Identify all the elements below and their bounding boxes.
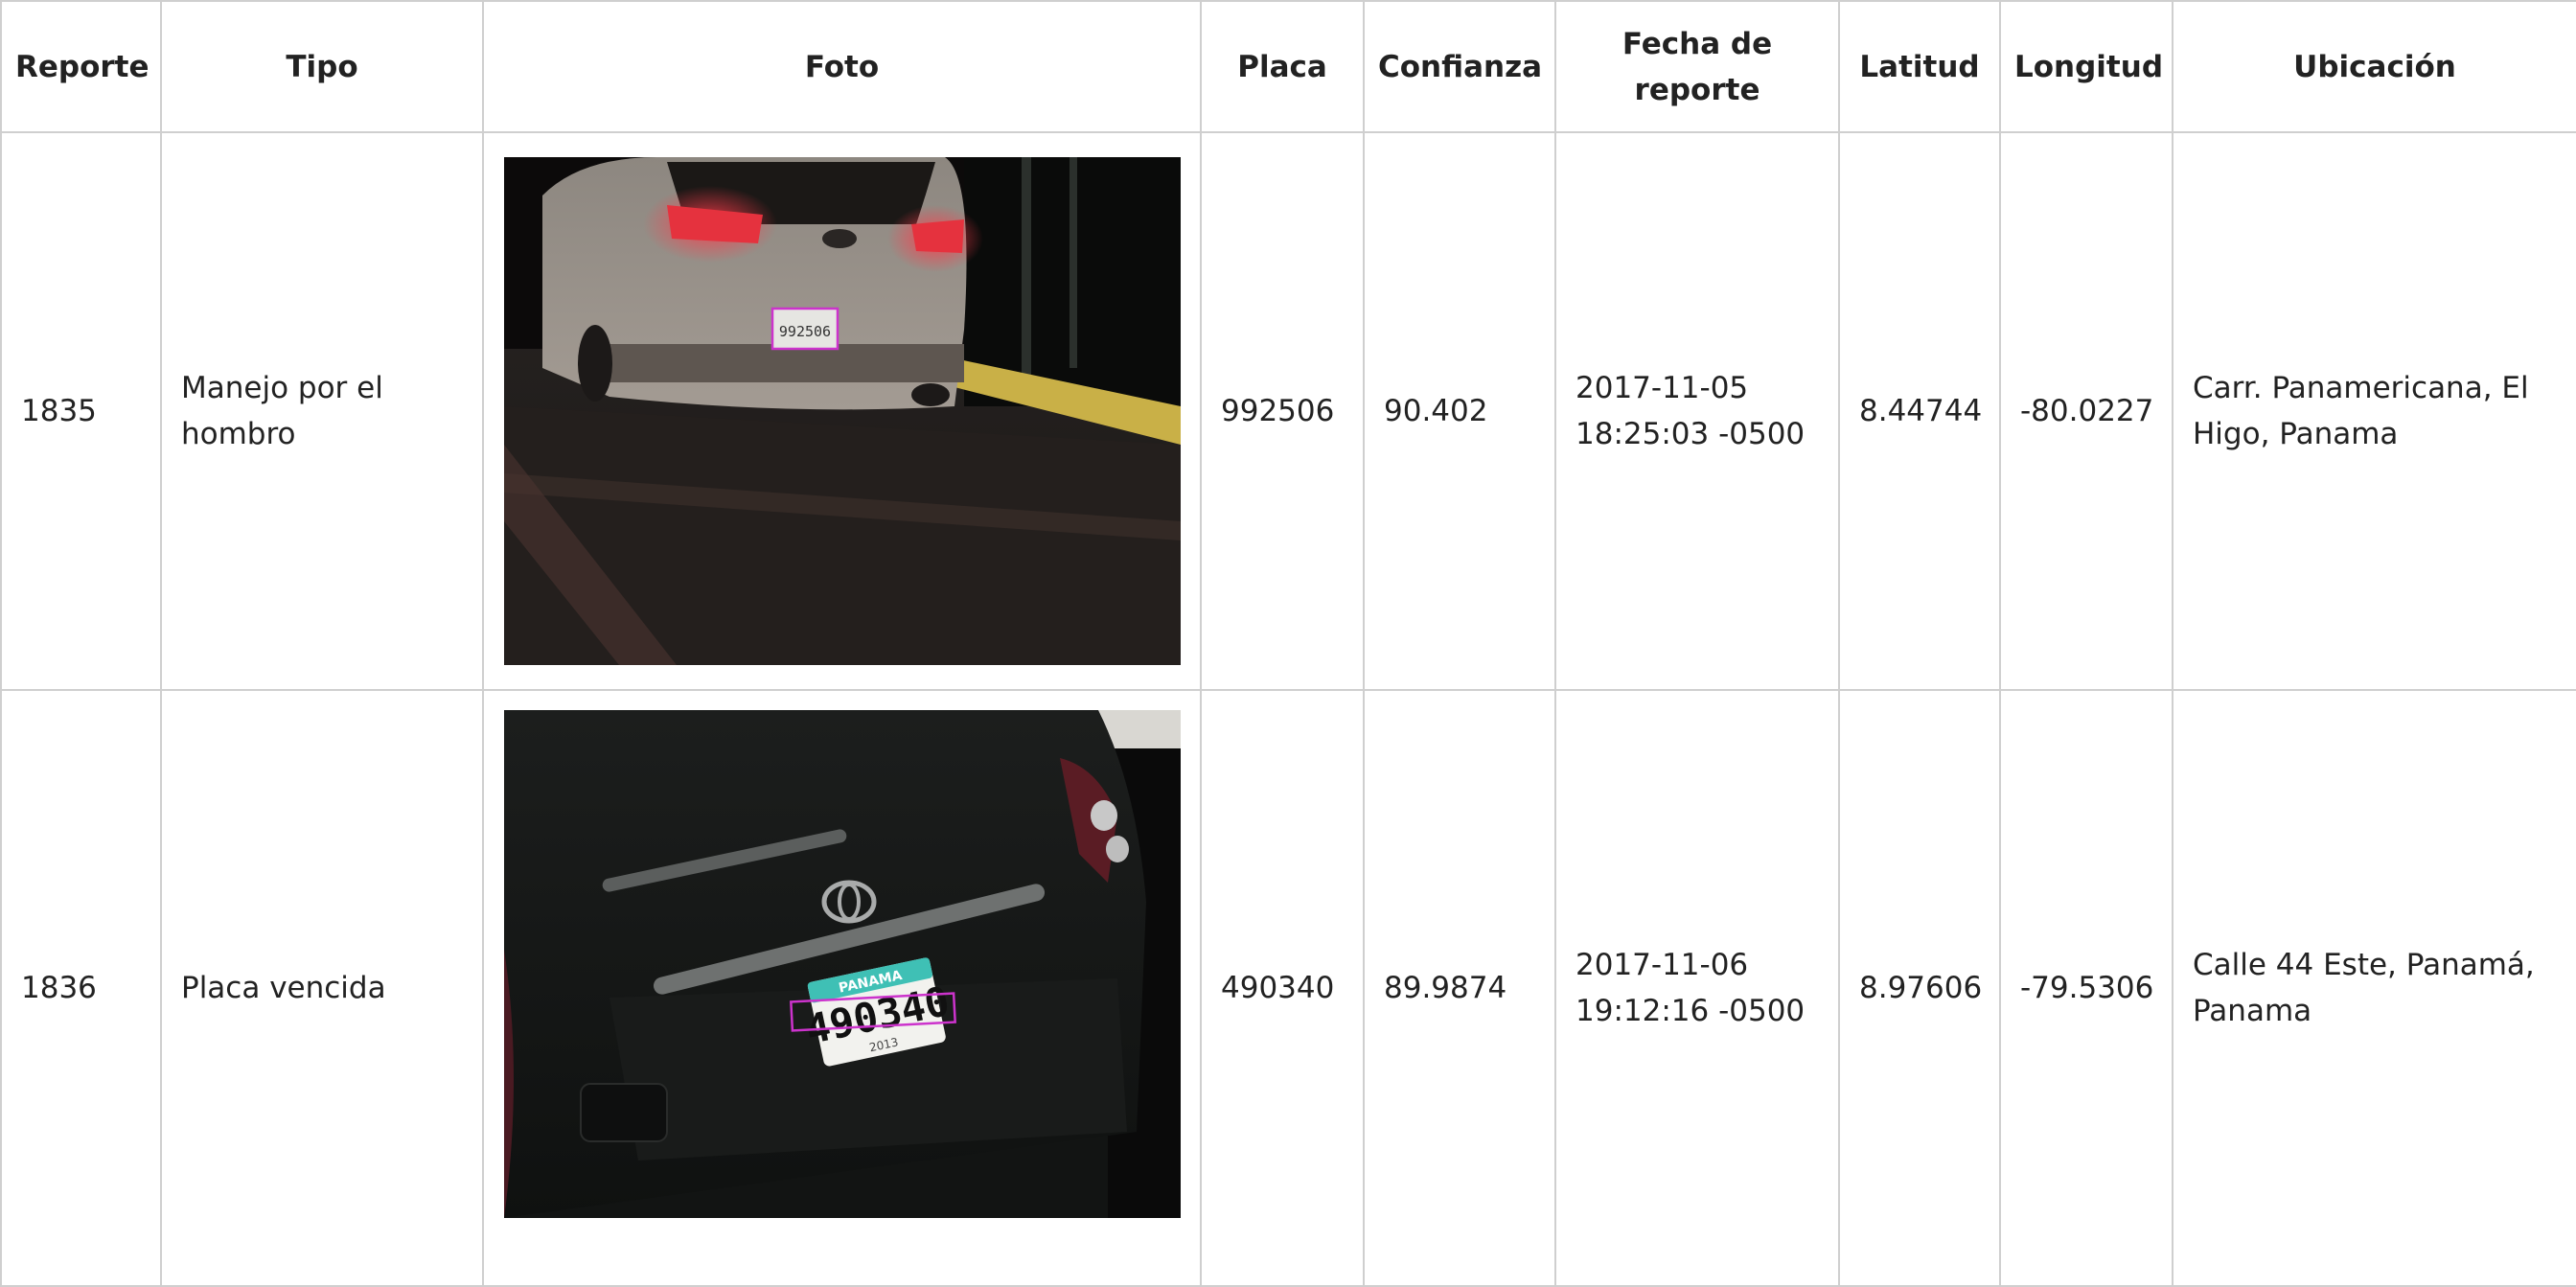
table-header-row: Reporte Tipo Foto Placa Confianza Fecha …: [0, 0, 2576, 133]
cell-reporte: 1835: [0, 131, 162, 691]
cell-placa: 992506: [1200, 131, 1365, 691]
cell-ubicacion: Calle 44 Este, Panamá, Panama: [2172, 689, 2576, 1287]
reports-table: Reporte Tipo Foto Placa Confianza Fecha …: [0, 0, 2576, 1287]
header-reporte: Reporte: [0, 0, 162, 133]
header-placa: Placa: [1200, 0, 1365, 133]
header-confianza: Confianza: [1363, 0, 1556, 133]
cell-confianza: 90.402: [1363, 131, 1556, 691]
cell-foto: PANAMA 490340 2013: [482, 689, 1202, 1287]
cell-placa: 490340: [1200, 689, 1365, 1287]
cell-tipo: Placa vencida: [160, 689, 484, 1287]
cell-fecha: 2017-11-06 19:12:16 -0500: [1554, 689, 1840, 1287]
cell-latitud: 8.97606: [1838, 689, 2001, 1287]
cell-fecha: 2017-11-05 18:25:03 -0500: [1554, 131, 1840, 691]
header-ubicacion: Ubicación: [2172, 0, 2576, 133]
cell-ubicacion: Carr. Panamericana, El Higo, Panama: [2172, 131, 2576, 691]
photo-plate-text: 992506: [778, 323, 830, 340]
header-tipo: Tipo: [160, 0, 484, 133]
cell-confianza: 89.9874: [1363, 689, 1556, 1287]
header-fecha: Fecha de reporte: [1554, 0, 1840, 133]
header-longitud: Longitud: [1999, 0, 2174, 133]
cell-tipo: Manejo por el hombro: [160, 131, 484, 691]
cell-longitud: -80.0227: [1999, 131, 2174, 691]
table-row: 1836 Placa vencida PANAMA 490340 2013 49…: [0, 689, 2576, 1287]
cell-foto: 992506: [482, 131, 1202, 691]
table-row: 1835 Manejo por el hombro 992506 992506 …: [0, 131, 2576, 691]
header-latitud: Latitud: [1838, 0, 2001, 133]
cell-longitud: -79.5306: [1999, 689, 2174, 1287]
header-foto: Foto: [482, 0, 1202, 133]
vehicle-photo[interactable]: 992506: [503, 157, 1181, 665]
vehicle-photo[interactable]: PANAMA 490340 2013: [503, 710, 1181, 1218]
cell-latitud: 8.44744: [1838, 131, 2001, 691]
cell-reporte: 1836: [0, 689, 162, 1287]
